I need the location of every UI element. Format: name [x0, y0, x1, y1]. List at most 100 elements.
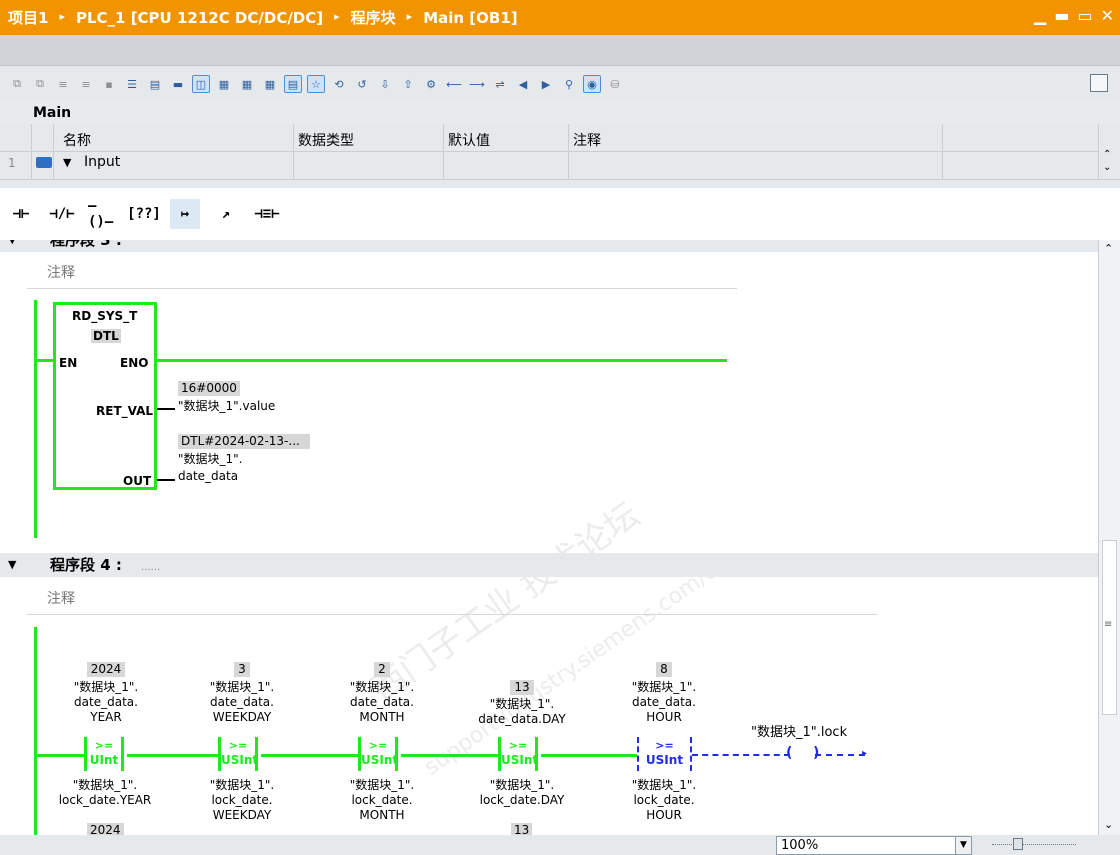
coil-left-paren-icon[interactable]: (	[786, 745, 792, 761]
open-branch-icon[interactable]: ↦	[170, 199, 200, 229]
header-comment[interactable]: 注释	[573, 130, 601, 150]
compare-1-operand[interactable]: "数据块_1". date_data. YEAR	[56, 680, 156, 725]
network-4-header[interactable]: ▼ 程序段 4 : ......	[0, 553, 1098, 577]
header-datatype[interactable]: 数据类型	[298, 130, 354, 150]
editor-scrollbar[interactable]: ⌃ ≡ ⌄	[1098, 240, 1120, 835]
compile-icon[interactable]: ⚙	[422, 75, 440, 93]
update-calls-icon[interactable]: ⇌	[491, 75, 509, 93]
collapse-icon[interactable]: ▼	[8, 240, 16, 252]
compare-1-box[interactable]: >= UInt	[84, 737, 124, 771]
monitoring-start-icon[interactable]: ⟲	[330, 75, 348, 93]
compare-2-box[interactable]: >= USInt	[218, 737, 258, 771]
insert-row-icon[interactable]: ≡	[54, 75, 72, 93]
close-all-networks-icon[interactable]: ▤	[146, 75, 164, 93]
block-type[interactable]: DTL	[91, 329, 121, 343]
network-3-comment[interactable]: 注释	[47, 262, 75, 282]
database-icon[interactable]: ⛁	[606, 75, 624, 93]
compare-4-box[interactable]: >= USInt	[498, 737, 538, 771]
empty-box-icon[interactable]: [??]	[127, 199, 161, 229]
compare-4-operand2[interactable]: "数据块_1". lock_date.DAY	[462, 778, 582, 808]
rd-sys-t-block[interactable]: RD_SYS_T DTL EN ENO RET_VAL OUT	[53, 302, 157, 490]
compare-3-box[interactable]: >= USInt	[358, 737, 398, 771]
compare-1-operand2[interactable]: "数据块_1". lock_date.YEAR	[40, 778, 170, 808]
scroll-up-icon[interactable]: ⌃	[1103, 149, 1111, 160]
absolute-operands-icon[interactable]: ▦	[238, 75, 256, 93]
out-operand-line1[interactable]: "数据块_1".	[178, 452, 243, 467]
out-operand-line2[interactable]: date_data	[178, 469, 238, 484]
network-3-header[interactable]: ▼ 程序段 3 :	[0, 240, 1098, 252]
no-contact-icon[interactable]: ⊣⊢	[6, 199, 36, 229]
chevron-down-icon[interactable]: ▼	[955, 837, 971, 854]
favorites-icon[interactable]: ▦	[215, 75, 233, 93]
collapse-icon[interactable]: ▼	[8, 553, 16, 577]
nc-contact-icon[interactable]: ⊣/⊢	[47, 199, 77, 229]
coil-operand[interactable]: "数据块_1".lock	[751, 725, 847, 740]
breadcrumb-program-blocks[interactable]: 程序块	[351, 7, 396, 28]
compare-2-operand2[interactable]: "数据块_1". lock_date. WEEKDAY	[192, 778, 292, 823]
zoom-slider-handle[interactable]	[1013, 838, 1023, 850]
zoom-slider[interactable]	[992, 844, 1076, 846]
compare-3-in1: 2	[358, 662, 406, 679]
splitter[interactable]	[0, 179, 1120, 188]
network-comments-icon[interactable]: ◫	[192, 75, 210, 93]
expand-toggle-icon[interactable]: ▼	[63, 156, 71, 169]
focus-view-icon[interactable]: ▬	[169, 75, 187, 93]
minimize-icon[interactable]: ▁	[1034, 8, 1046, 24]
compare-5-operand2[interactable]: "数据块_1". lock_date. HOUR	[614, 778, 714, 823]
scroll-down-icon[interactable]: ⌄	[1104, 818, 1113, 831]
branch-icon[interactable]: ▪	[100, 75, 118, 93]
compare-1-type[interactable]: UInt	[87, 753, 121, 767]
compare-1-value: 2024	[86, 662, 126, 677]
coil-right-paren-icon[interactable]: )	[813, 745, 819, 761]
call-icon[interactable]: ↺	[353, 75, 371, 93]
upload-icon[interactable]: ⇧	[399, 75, 417, 93]
breadcrumb-project[interactable]: 项目1	[8, 7, 48, 28]
maximize-icon[interactable]: ▭	[1077, 8, 1092, 24]
monitor-icon[interactable]: ◉	[583, 75, 601, 93]
zoom-select[interactable]: 100% ▼	[776, 836, 972, 855]
goto-previous-error-icon[interactable]: ⟵	[445, 75, 463, 93]
expand-panel-icon[interactable]	[1090, 74, 1108, 92]
compare-icon[interactable]: ⚲	[560, 75, 578, 93]
section-name-input[interactable]: Input	[84, 154, 120, 170]
download-icon[interactable]: ⇩	[376, 75, 394, 93]
coil-icon[interactable]: –()–	[88, 198, 118, 230]
compare-4-value: 13	[510, 680, 534, 695]
delete-network-icon[interactable]: ⧉	[31, 75, 49, 93]
step-forward-icon[interactable]: ▶	[537, 75, 555, 93]
network-4-title-placeholder[interactable]: ......	[141, 562, 160, 573]
compare-5-type[interactable]: USInt	[639, 753, 690, 767]
close-icon[interactable]: ✕	[1101, 8, 1114, 24]
restore-icon[interactable]: ▬	[1054, 8, 1069, 24]
compare-2-operand[interactable]: "数据块_1". date_data. WEEKDAY	[192, 680, 292, 725]
compare-5-box[interactable]: >= USInt	[637, 737, 692, 771]
tag-info-icon[interactable]: ▦	[261, 75, 279, 93]
breadcrumb-plc[interactable]: PLC_1 [CPU 1212C DC/DC/DC]	[76, 9, 323, 27]
compare-2-type[interactable]: USInt	[221, 753, 258, 767]
header-name[interactable]: 名称	[63, 130, 91, 150]
compare-3-operand[interactable]: "数据块_1". date_data. MONTH	[332, 680, 432, 725]
scroll-up-icon[interactable]: ⌃	[1104, 242, 1113, 255]
ret-val-operand[interactable]: "数据块_1".value	[178, 399, 275, 414]
open-all-networks-icon[interactable]: ☰	[123, 75, 141, 93]
network-4-comment[interactable]: 注释	[47, 588, 75, 608]
compare-5-operand[interactable]: "数据块_1". date_data. HOUR	[614, 680, 714, 725]
display-list-icon[interactable]: ▤	[284, 75, 302, 93]
compare-4-operand[interactable]: "数据块_1". date_data.DAY	[462, 697, 582, 727]
compare-3-operand2[interactable]: "数据块_1". lock_date. MONTH	[332, 778, 432, 823]
wire-end-icon: ▸	[862, 748, 868, 759]
breadcrumb-main[interactable]: Main [OB1]	[423, 9, 517, 27]
add-row-icon[interactable]: ≡	[77, 75, 95, 93]
scroll-thumb[interactable]: ≡	[1102, 540, 1117, 715]
goto-next-error-icon[interactable]: ⟶	[468, 75, 486, 93]
compare-contact-icon[interactable]: ⊣≡⊢	[252, 199, 282, 229]
close-branch-icon[interactable]: ↗	[211, 199, 241, 229]
compare-4-type[interactable]: USInt	[501, 753, 538, 767]
compare-3-type[interactable]: USInt	[361, 753, 398, 767]
interface-scrollbar[interactable]: ⌃ ⌄	[1098, 124, 1120, 179]
step-back-icon[interactable]: ◀	[514, 75, 532, 93]
scroll-down-icon[interactable]: ⌄	[1103, 162, 1111, 173]
favorites-bar-icon[interactable]: ☆	[307, 75, 325, 93]
header-default[interactable]: 默认值	[448, 130, 490, 150]
insert-network-icon[interactable]: ⧉	[8, 75, 26, 93]
